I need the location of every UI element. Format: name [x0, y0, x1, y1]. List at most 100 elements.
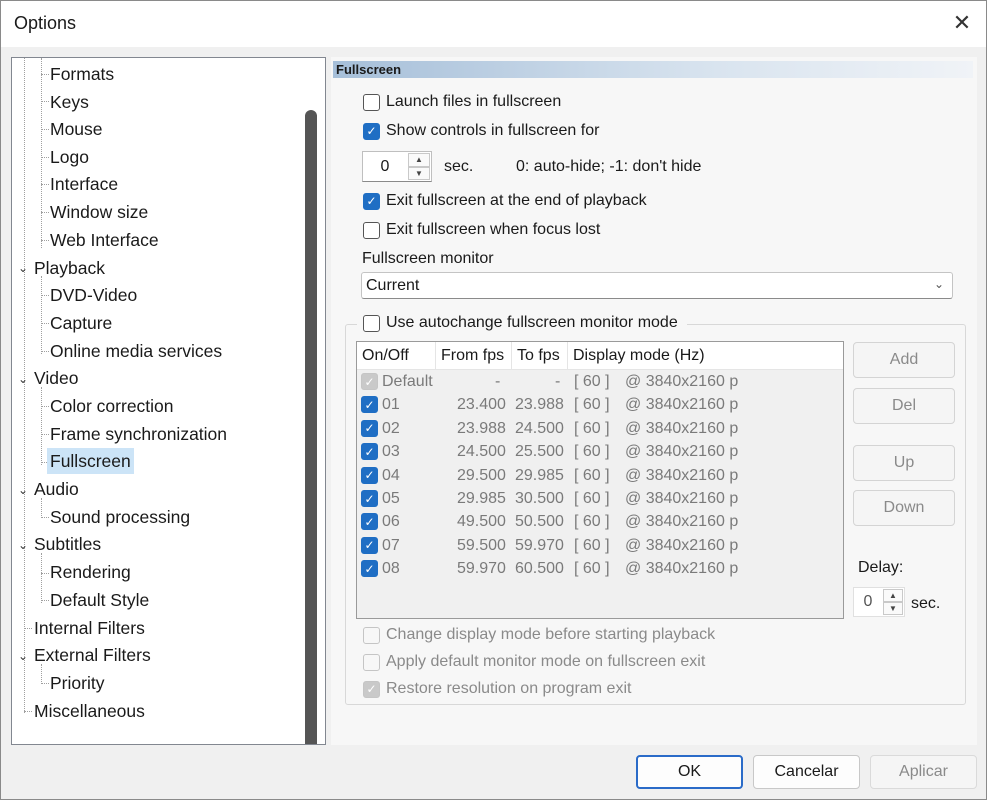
checkmark-icon[interactable]: ✓: [361, 419, 378, 437]
row-hz: [ 60 ]: [574, 396, 610, 414]
tree-item-online-media[interactable]: Online media services: [47, 338, 225, 364]
spin-up-icon[interactable]: ▲: [408, 153, 430, 167]
spin-up-icon[interactable]: ▲: [883, 589, 903, 602]
tree-item-audio[interactable]: Audio: [31, 476, 82, 502]
display-mode-table[interactable]: On/Off From fps To fps Display mode (Hz)…: [356, 341, 844, 619]
tree-scrollbar-thumb[interactable]: [305, 110, 317, 744]
move-up-button[interactable]: Up: [853, 445, 955, 481]
launch-fullscreen-checkbox[interactable]: Launch files in fullscreen: [363, 93, 561, 111]
tree-item-internal-filters[interactable]: Internal Filters: [31, 615, 148, 641]
tree-item-logo[interactable]: Logo: [47, 144, 92, 170]
checkbox-box[interactable]: [363, 626, 380, 644]
exit-end-checkbox[interactable]: ✓ Exit fullscreen at the end of playback: [363, 192, 647, 210]
move-down-button[interactable]: Down: [853, 490, 955, 526]
tree-item-miscellaneous[interactable]: Miscellaneous: [31, 698, 148, 724]
checkbox-box[interactable]: [363, 221, 380, 239]
collapse-chevron-icon[interactable]: ⌄: [18, 373, 30, 385]
row-name: 04: [382, 466, 400, 484]
fullscreen-monitor-select[interactable]: Current ⌄: [361, 272, 953, 299]
table-row[interactable]: ✓ Default - - [ 60 ] @ 3840x2160 p: [357, 370, 843, 393]
collapse-chevron-icon[interactable]: ⌄: [18, 650, 30, 662]
restore-resolution-checkbox[interactable]: ✓ Restore resolution on program exit: [363, 680, 631, 698]
ok-button[interactable]: OK: [636, 755, 743, 789]
tree-item-playback[interactable]: Playback: [31, 255, 108, 281]
apply-default-checkbox[interactable]: Apply default monitor mode on fullscreen…: [363, 653, 705, 671]
collapse-chevron-icon[interactable]: ⌄: [18, 484, 30, 496]
tree-item-window-size[interactable]: Window size: [47, 199, 151, 225]
checkmark-icon[interactable]: ✓: [361, 560, 378, 578]
tree-item-subtitles[interactable]: Subtitles: [31, 531, 104, 557]
tree-item-external-filters[interactable]: External Filters: [31, 642, 154, 668]
checkmark-icon[interactable]: ✓: [361, 443, 378, 461]
checkbox-box[interactable]: [363, 93, 380, 111]
table-row[interactable]: ✓ 07 59.500 59.970 [ 60 ] @ 3840x2160 p: [357, 534, 843, 557]
controls-seconds-spinner[interactable]: 0 ▲ ▼: [362, 151, 432, 182]
table-row[interactable]: ✓ 04 29.500 29.985 [ 60 ] @ 3840x2160 p: [357, 464, 843, 487]
options-tree[interactable]: ⌄ ⌄ ⌄ ⌄ ⌄ Formats Keys Mouse Logo Interf…: [11, 57, 326, 745]
row-to-fps: 23.988: [515, 396, 564, 414]
delete-button[interactable]: Del: [853, 388, 955, 424]
checkmark-icon[interactable]: ✓: [361, 490, 378, 507]
checkmark-icon[interactable]: ✓: [363, 192, 380, 210]
spin-down-icon[interactable]: ▼: [883, 602, 903, 615]
chevron-down-icon[interactable]: ⌄: [934, 277, 944, 291]
checkmark-icon[interactable]: ✓: [361, 536, 378, 554]
exit-focus-checkbox[interactable]: Exit fullscreen when focus lost: [363, 221, 600, 239]
row-name: 02: [382, 419, 400, 437]
collapse-chevron-icon[interactable]: ⌄: [18, 539, 30, 551]
column-from-fps[interactable]: From fps: [436, 342, 512, 370]
row-hz: [ 60 ]: [574, 560, 610, 578]
row-from-fps: 59.500: [457, 536, 506, 554]
tree-item-web-interface[interactable]: Web Interface: [47, 227, 162, 253]
tree-item-rendering[interactable]: Rendering: [47, 559, 134, 585]
column-to-fps[interactable]: To fps: [512, 342, 568, 370]
spin-down-icon[interactable]: ▼: [408, 166, 430, 180]
row-hz: [ 60 ]: [574, 443, 610, 461]
tree-line: [41, 387, 42, 465]
tree-item-formats[interactable]: Formats: [47, 61, 117, 87]
collapse-chevron-icon[interactable]: ⌄: [18, 262, 30, 274]
checkmark-icon[interactable]: ✓: [361, 373, 378, 390]
tree-item-mouse[interactable]: Mouse: [47, 116, 106, 142]
tree-item-dvd-video[interactable]: DVD-Video: [47, 282, 140, 308]
tree-item-fullscreen[interactable]: Fullscreen: [47, 448, 134, 474]
apply-button[interactable]: Aplicar: [870, 755, 977, 789]
tree-item-keys[interactable]: Keys: [47, 89, 92, 115]
table-row[interactable]: ✓ 03 24.500 25.500 [ 60 ] @ 3840x2160 p: [357, 440, 843, 463]
options-dialog: Options ✕ ⌄ ⌄ ⌄ ⌄ ⌄ Formats Keys Mouse L…: [0, 0, 987, 800]
close-icon[interactable]: ✕: [948, 9, 976, 37]
row-resolution: @ 3840x2160 p: [625, 419, 739, 437]
cancel-button[interactable]: Cancelar: [753, 755, 860, 789]
tree-item-capture[interactable]: Capture: [47, 310, 115, 336]
tree-item-sound-processing[interactable]: Sound processing: [47, 504, 193, 530]
table-row[interactable]: ✓ 02 23.988 24.500 [ 60 ] @ 3840x2160 p: [357, 417, 843, 440]
checkmark-icon[interactable]: ✓: [361, 396, 378, 414]
tree-item-priority[interactable]: Priority: [47, 670, 107, 696]
tree-item-video[interactable]: Video: [31, 365, 81, 391]
controls-seconds-value[interactable]: 0: [363, 152, 407, 181]
row-resolution: @ 3840x2160 p: [625, 396, 739, 414]
tree-item-default-style[interactable]: Default Style: [47, 587, 152, 613]
tree-item-color-correction[interactable]: Color correction: [47, 393, 177, 419]
checkbox-box[interactable]: [363, 653, 380, 671]
add-button[interactable]: Add: [853, 342, 955, 378]
checkmark-icon[interactable]: ✓: [363, 122, 380, 140]
delay-spinner[interactable]: 0 ▲ ▼: [853, 587, 905, 617]
table-row[interactable]: ✓ 05 29.985 30.500 [ 60 ] @ 3840x2160 p: [357, 487, 843, 510]
table-row[interactable]: ✓ 08 59.970 60.500 [ 60 ] @ 3840x2160 p: [357, 557, 843, 580]
checkmark-icon[interactable]: ✓: [361, 513, 378, 531]
column-on-off[interactable]: On/Off: [357, 342, 436, 370]
checkmark-icon[interactable]: ✓: [363, 680, 380, 698]
tree-item-interface[interactable]: Interface: [47, 171, 121, 197]
row-resolution: @ 3840x2160 p: [625, 466, 739, 484]
checkbox-box[interactable]: [363, 314, 380, 332]
tree-item-frame-sync[interactable]: Frame synchronization: [47, 421, 230, 447]
delay-value[interactable]: 0: [854, 588, 882, 616]
table-row[interactable]: ✓ 06 49.500 50.500 [ 60 ] @ 3840x2160 p: [357, 510, 843, 533]
checkmark-icon[interactable]: ✓: [361, 466, 378, 484]
column-display-mode[interactable]: Display mode (Hz): [568, 342, 843, 370]
change-mode-checkbox[interactable]: Change display mode before starting play…: [363, 626, 715, 644]
show-controls-checkbox[interactable]: ✓ Show controls in fullscreen for: [363, 122, 599, 140]
table-row[interactable]: ✓ 01 23.400 23.988 [ 60 ] @ 3840x2160 p: [357, 393, 843, 416]
autochange-checkbox[interactable]: Use autochange fullscreen monitor mode: [363, 314, 678, 332]
